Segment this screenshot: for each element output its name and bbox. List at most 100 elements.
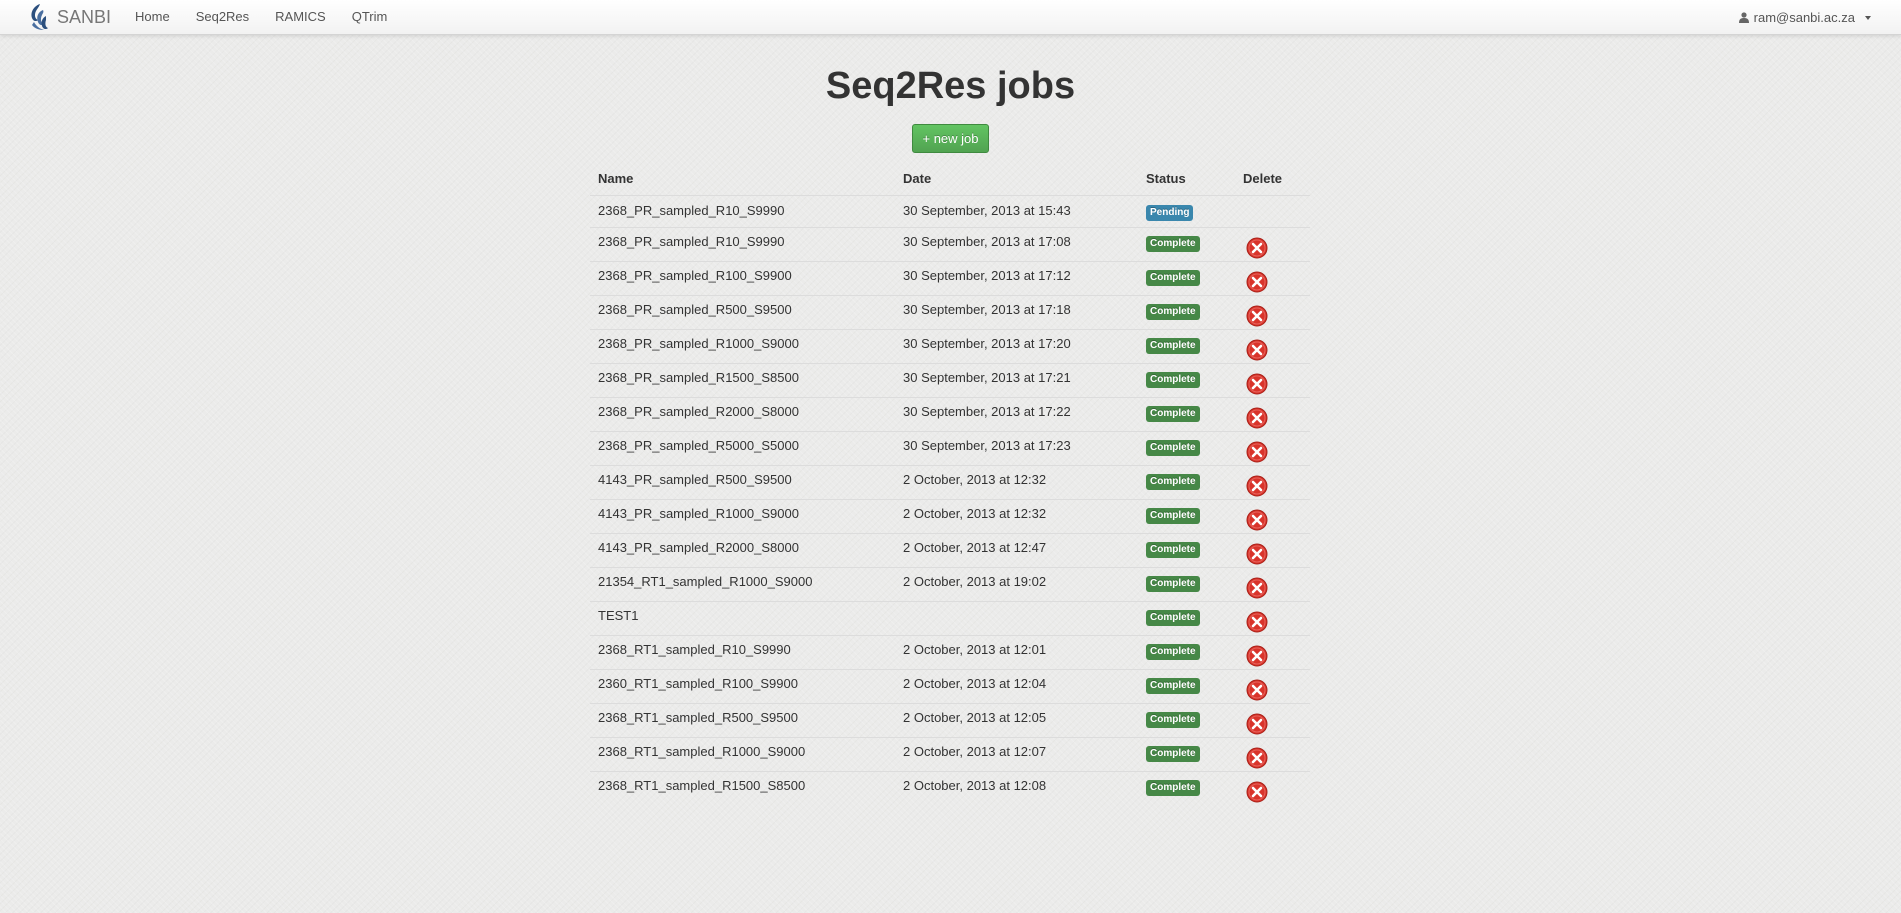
- status-badge: Complete: [1146, 270, 1200, 286]
- job-delete-cell: [1235, 703, 1310, 738]
- job-status-cell: Pending: [1138, 195, 1235, 228]
- job-delete-cell: [1235, 567, 1310, 602]
- job-date: 2 October, 2013 at 12:32: [895, 499, 1138, 534]
- job-delete-cell: [1235, 737, 1310, 772]
- job-name: 21354_RT1_sampled_R1000_S9000: [590, 567, 895, 602]
- job-delete-cell: [1235, 329, 1310, 364]
- job-delete-cell: [1235, 363, 1310, 398]
- nav-qtrim[interactable]: QTrim: [339, 0, 401, 34]
- job-name: 4143_PR_sampled_R2000_S8000: [590, 533, 895, 568]
- job-status-cell: Complete: [1138, 329, 1235, 364]
- job-name: 2368_PR_sampled_R2000_S8000: [590, 397, 895, 432]
- status-badge: Complete: [1146, 780, 1200, 796]
- job-name: 2368_PR_sampled_R10_S9990: [590, 227, 895, 262]
- job-date: 2 October, 2013 at 19:02: [895, 567, 1138, 602]
- delete-icon[interactable]: [1246, 611, 1268, 633]
- delete-icon[interactable]: [1246, 475, 1268, 497]
- status-badge: Complete: [1146, 440, 1200, 456]
- delete-icon[interactable]: [1246, 407, 1268, 429]
- caret-down-icon: [1865, 16, 1871, 20]
- nav-seq2res[interactable]: Seq2Res: [183, 0, 262, 34]
- status-badge: Complete: [1146, 644, 1200, 660]
- delete-icon[interactable]: [1246, 441, 1268, 463]
- delete-icon[interactable]: [1246, 781, 1268, 803]
- status-badge: Complete: [1146, 746, 1200, 762]
- job-name: 2368_PR_sampled_R10_S9990: [590, 195, 895, 228]
- table-row: 2368_PR_sampled_R1000_S9000 30 September,…: [590, 329, 1310, 364]
- job-name: 2360_RT1_sampled_R100_S9900: [590, 669, 895, 704]
- table-row: 2368_PR_sampled_R5000_S5000 30 September,…: [590, 431, 1310, 466]
- job-date: 30 September, 2013 at 17:22: [895, 397, 1138, 432]
- delete-icon[interactable]: [1246, 577, 1268, 599]
- job-delete-cell: [1235, 295, 1310, 330]
- job-delete-cell: [1235, 771, 1310, 806]
- job-date: 30 September, 2013 at 17:08: [895, 227, 1138, 262]
- user-email: ram@sanbi.ac.za: [1753, 9, 1855, 25]
- job-name: 4143_PR_sampled_R500_S9500: [590, 465, 895, 500]
- nav-home[interactable]: Home: [122, 0, 183, 34]
- delete-icon[interactable]: [1246, 305, 1268, 327]
- job-date: 2 October, 2013 at 12:47: [895, 533, 1138, 568]
- job-date: 30 September, 2013 at 17:20: [895, 329, 1138, 364]
- new-job-button[interactable]: + new job: [912, 124, 989, 153]
- status-badge: Complete: [1146, 474, 1200, 490]
- brand-name: SANBI: [57, 6, 112, 27]
- status-badge: Complete: [1146, 542, 1200, 558]
- delete-icon[interactable]: [1246, 237, 1268, 259]
- job-name: 2368_PR_sampled_R5000_S5000: [590, 431, 895, 466]
- job-status-cell: Complete: [1138, 431, 1235, 466]
- job-name: 2368_RT1_sampled_R10_S9990: [590, 635, 895, 670]
- job-date: 30 September, 2013 at 17:12: [895, 261, 1138, 296]
- top-navbar: SANBI Home Seq2Res RAMICS QTrim ram@sanb…: [0, 0, 1901, 35]
- table-row: 2368_PR_sampled_R500_S9500 30 September, …: [590, 295, 1310, 330]
- job-date: 2 October, 2013 at 12:08: [895, 771, 1138, 806]
- header-delete: Delete: [1243, 171, 1283, 186]
- status-badge: Complete: [1146, 576, 1200, 592]
- delete-icon[interactable]: [1246, 543, 1268, 565]
- job-name: TEST1: [590, 601, 895, 636]
- table-row: 2368_RT1_sampled_R1000_S9000 2 October, 2…: [590, 737, 1310, 772]
- job-date: 30 September, 2013 at 17:21: [895, 363, 1138, 398]
- jobs-table: Name Date Status Delete 2368_PR_sampled_…: [590, 162, 1310, 806]
- status-badge: Complete: [1146, 372, 1200, 388]
- delete-icon[interactable]: [1246, 509, 1268, 531]
- table-row: 2368_RT1_sampled_R1500_S8500 2 October, 2…: [590, 771, 1310, 806]
- delete-icon[interactable]: [1246, 373, 1268, 395]
- table-row: 4143_PR_sampled_R1000_S9000 2 October, 20…: [590, 499, 1310, 534]
- table-row: 2368_PR_sampled_R2000_S8000 30 September,…: [590, 397, 1310, 432]
- page-title: Seq2Res jobs: [825, 65, 1076, 107]
- status-badge: Complete: [1146, 678, 1200, 694]
- job-status-cell: Complete: [1138, 397, 1235, 432]
- job-status-cell: Complete: [1138, 533, 1235, 568]
- delete-icon[interactable]: [1246, 339, 1268, 361]
- job-date: 30 September, 2013 at 17:23: [895, 431, 1138, 466]
- job-date: 2 October, 2013 at 12:01: [895, 635, 1138, 670]
- job-name: 2368_PR_sampled_R100_S9900: [590, 261, 895, 296]
- job-status-cell: Complete: [1138, 703, 1235, 738]
- job-name: 2368_PR_sampled_R500_S9500: [590, 295, 895, 330]
- job-name: 2368_PR_sampled_R1000_S9000: [590, 329, 895, 364]
- delete-icon[interactable]: [1246, 747, 1268, 769]
- table-row: 2368_PR_sampled_R10_S9990 30 September, 2…: [590, 195, 1310, 228]
- job-date: 2 October, 2013 at 12:05: [895, 703, 1138, 738]
- table-row: 2368_RT1_sampled_R10_S9990 2 October, 201…: [590, 635, 1310, 670]
- job-name: 4143_PR_sampled_R1000_S9000: [590, 499, 895, 534]
- status-badge: Complete: [1146, 406, 1200, 422]
- user-menu[interactable]: ram@sanbi.ac.za: [1738, 0, 1871, 34]
- brand-link[interactable]: SANBI: [26, 0, 111, 34]
- job-date: 30 September, 2013 at 15:43: [895, 195, 1138, 228]
- job-delete-cell: [1235, 635, 1310, 670]
- nav-ramics[interactable]: RAMICS: [262, 0, 339, 34]
- status-badge: Complete: [1146, 304, 1200, 320]
- table-header-row: Name Date Status Delete: [590, 162, 1310, 196]
- job-delete-cell: [1235, 195, 1310, 228]
- delete-icon[interactable]: [1246, 679, 1268, 701]
- job-status-cell: Complete: [1138, 635, 1235, 670]
- table-row: TEST1 Complete: [590, 601, 1310, 636]
- job-delete-cell: [1235, 397, 1310, 432]
- status-badge: Pending: [1146, 205, 1194, 221]
- delete-icon[interactable]: [1246, 713, 1268, 735]
- delete-icon[interactable]: [1246, 271, 1268, 293]
- table-row: 2368_PR_sampled_R100_S9900 30 September, …: [590, 261, 1310, 296]
- delete-icon[interactable]: [1246, 645, 1268, 667]
